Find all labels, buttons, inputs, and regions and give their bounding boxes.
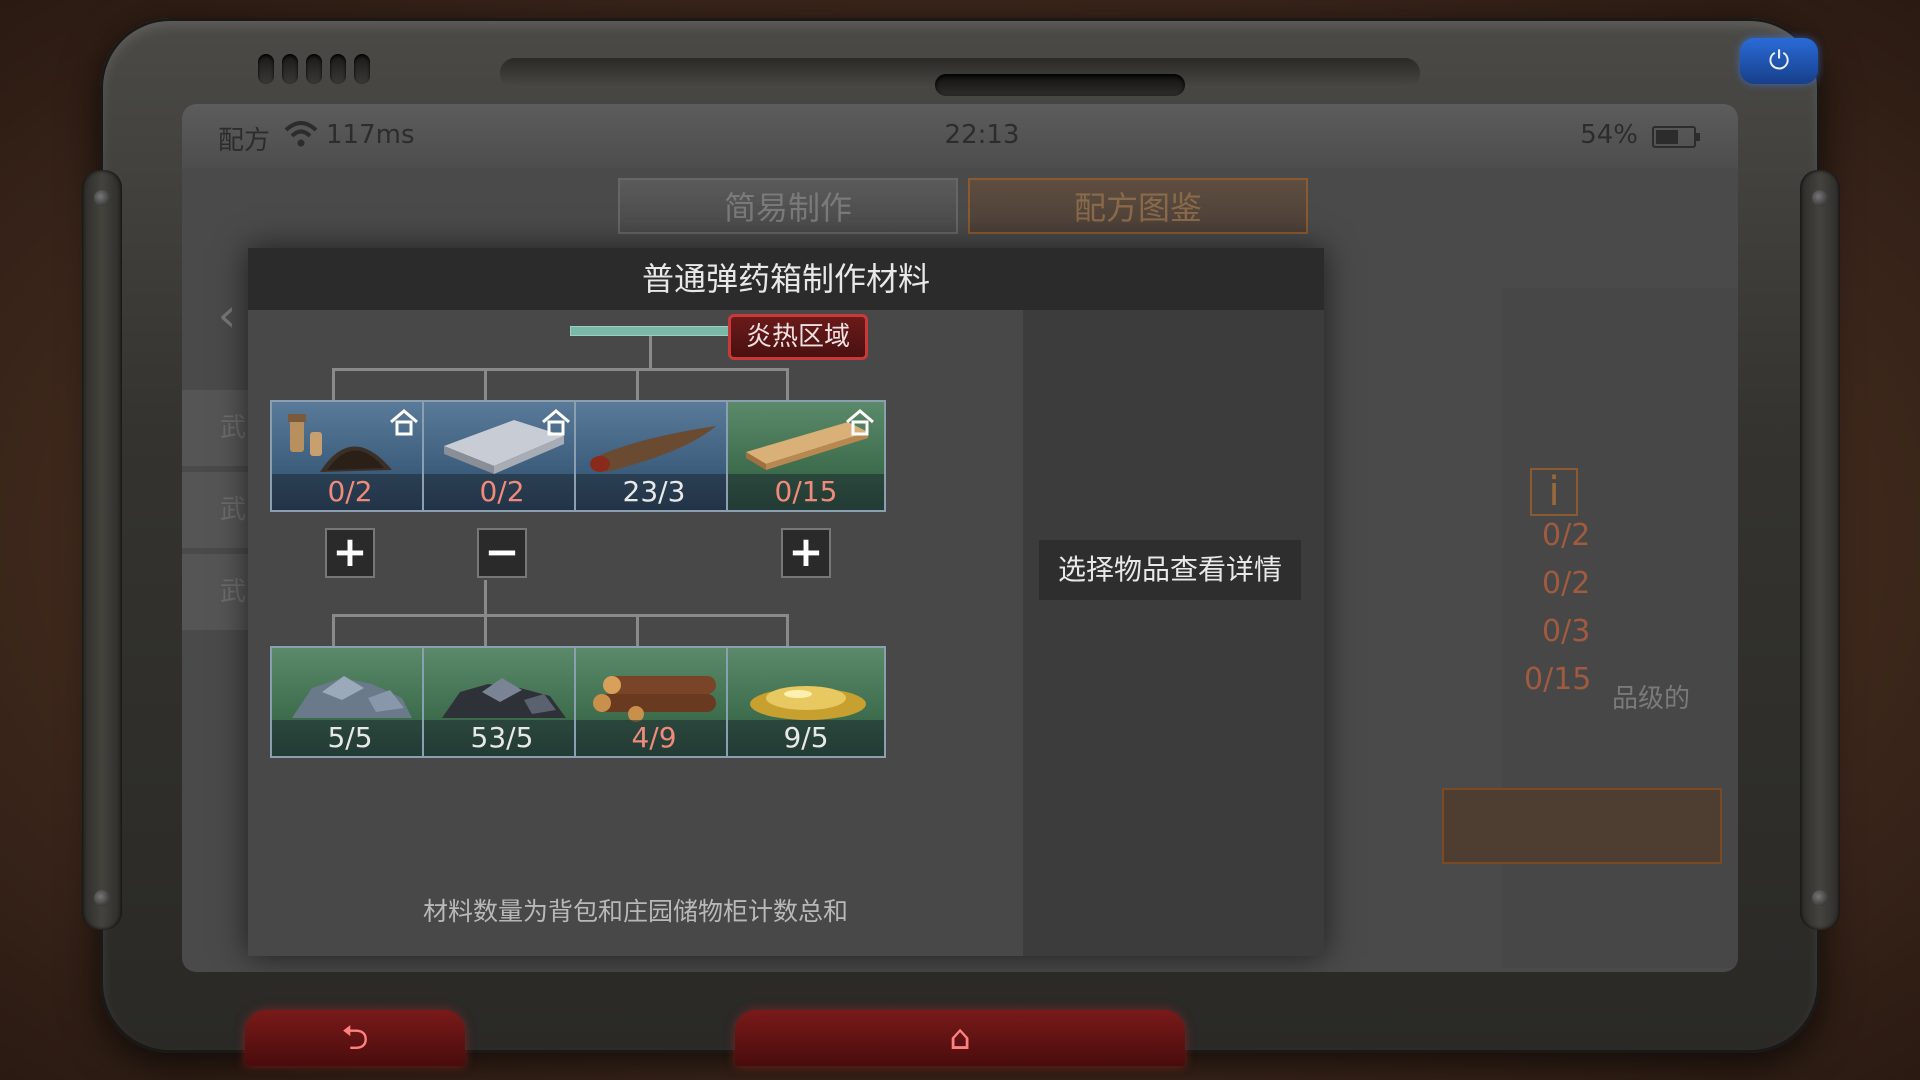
screen: 配方 117ms 22:13 54% 简易制作 配方图鉴 ‹ 武 武 武 i 0… xyxy=(182,104,1738,972)
expand-button[interactable]: + xyxy=(781,528,831,578)
connector xyxy=(484,580,487,616)
status-app-name: 配方 xyxy=(218,126,271,156)
connector xyxy=(332,614,788,617)
material-iron-ore[interactable]: 5/5 xyxy=(270,646,430,758)
sidebar-item-weapon[interactable]: 武 xyxy=(182,554,252,630)
wifi-icon xyxy=(284,121,318,147)
status-ping: 117ms xyxy=(326,120,415,150)
background-count: 0/15 xyxy=(1524,662,1592,697)
material-count: 9/5 xyxy=(728,720,884,756)
material-count: 0/2 xyxy=(424,474,580,510)
home-icon xyxy=(846,409,874,436)
material-count: 53/5 xyxy=(424,720,580,756)
vent-grille xyxy=(258,54,370,84)
home-icon xyxy=(390,409,418,436)
materials-modal: 普通弹药箱制作材料 炎热区域 0/2 0/2 23/3 0/15 + − + 5… xyxy=(248,248,1324,956)
material-count: 0/2 xyxy=(272,474,428,510)
connector xyxy=(649,336,652,370)
sidebar-item-weapon[interactable]: 武 xyxy=(182,472,252,548)
home-icon xyxy=(542,409,570,436)
material-gunpowder[interactable]: 0/2 xyxy=(270,400,430,512)
connector xyxy=(332,368,788,371)
connector xyxy=(484,614,487,648)
resin-icon xyxy=(750,686,866,720)
background-count: 0/2 xyxy=(1542,566,1591,601)
status-time: 22:13 xyxy=(944,120,1020,150)
tab-simple-craft[interactable]: 简易制作 xyxy=(618,178,958,234)
material-resin[interactable]: 9/5 xyxy=(726,646,886,758)
detail-hint: 选择物品查看详情 xyxy=(1039,540,1301,600)
background-text: 品级的 xyxy=(1612,684,1691,714)
expand-button[interactable]: + xyxy=(325,528,375,578)
connector xyxy=(332,614,335,648)
connector xyxy=(484,368,487,402)
connector xyxy=(636,614,639,648)
collapse-button[interactable]: − xyxy=(477,528,527,578)
coal-ore-icon xyxy=(442,678,566,718)
background-count: 0/3 xyxy=(1542,614,1591,649)
zone-badge: 炎热区域 xyxy=(728,314,868,360)
battery-icon xyxy=(1652,126,1700,148)
background-count: 0/2 xyxy=(1542,518,1591,553)
materials-footnote: 材料数量为背包和庄园储物柜计数总和 xyxy=(422,897,848,926)
material-wood-plank[interactable]: 0/15 xyxy=(726,400,886,512)
status-battery-percent: 54% xyxy=(1580,120,1638,150)
sidebar-item-weapon[interactable]: 武 xyxy=(182,390,252,466)
root-item-bar xyxy=(570,326,730,336)
material-logs[interactable]: 4/9 xyxy=(574,646,734,758)
logs-icon xyxy=(593,676,716,722)
background-detail-column xyxy=(1502,288,1738,968)
status-bar: 配方 117ms 22:13 54% xyxy=(182,104,1738,168)
power-button[interactable]: ⏻ xyxy=(1740,38,1818,84)
tab-recipe-book[interactable]: 配方图鉴 xyxy=(968,178,1308,234)
material-metal-plate[interactable]: 0/2 xyxy=(422,400,582,512)
hardware-back-button[interactable]: ⮌ xyxy=(245,1010,465,1066)
iron-ore-icon xyxy=(292,676,412,718)
info-icon[interactable]: i xyxy=(1530,468,1578,516)
connector xyxy=(786,614,789,648)
material-count: 4/9 xyxy=(576,720,732,756)
detail-panel: 选择物品查看详情 xyxy=(1023,310,1324,956)
material-horn[interactable]: 23/3 xyxy=(574,400,734,512)
material-count: 5/5 xyxy=(272,720,428,756)
right-grip xyxy=(1800,170,1840,930)
material-count: 23/3 xyxy=(576,474,732,510)
hardware-home-button[interactable]: ⌂ xyxy=(735,1010,1185,1066)
back-chevron-icon[interactable]: ‹ xyxy=(202,288,252,342)
modal-title: 普通弹药箱制作材料 xyxy=(248,248,1324,310)
background-action-button[interactable] xyxy=(1442,788,1722,864)
connector xyxy=(636,368,639,402)
horn-icon xyxy=(590,426,716,472)
background-page: 简易制作 配方图鉴 ‹ 武 武 武 i 0/2 0/2 0/3 0/15 品级的… xyxy=(182,168,1738,972)
material-count: 0/15 xyxy=(728,474,884,510)
left-grip xyxy=(82,170,122,930)
speaker-slot xyxy=(935,74,1185,96)
material-tree-panel: 炎热区域 0/2 0/2 23/3 0/15 + − + 5/5 53/5 4/… xyxy=(248,310,1023,956)
material-coal-ore[interactable]: 53/5 xyxy=(422,646,582,758)
connector xyxy=(332,368,335,402)
connector xyxy=(786,368,789,402)
